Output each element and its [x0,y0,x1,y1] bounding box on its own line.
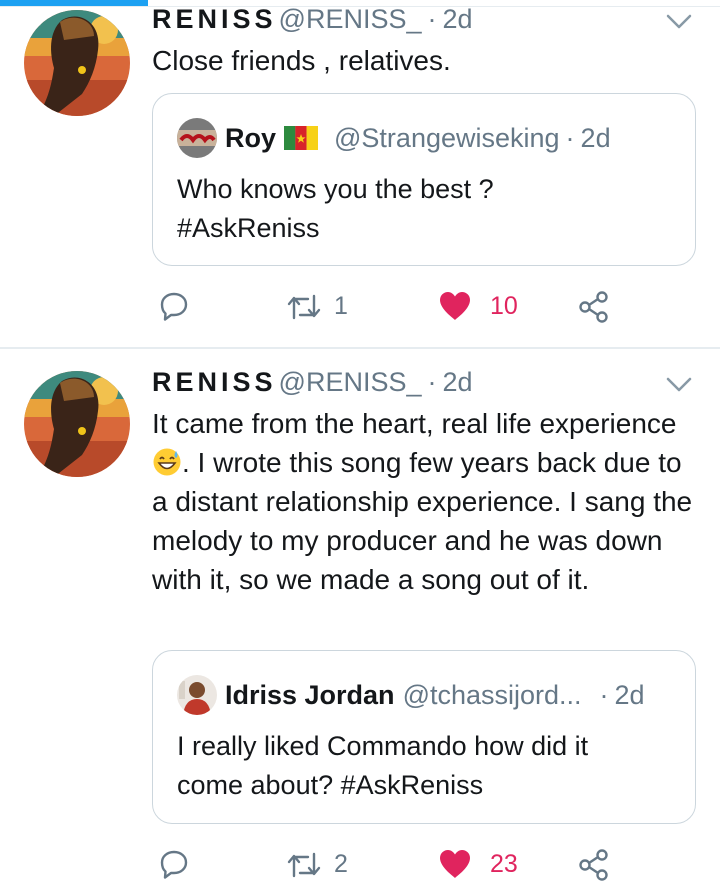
quoted-timestamp: 2d [580,122,611,153]
retweet-button[interactable]: 1 [286,292,348,321]
retweet-icon [286,851,322,879]
avatar [177,118,217,158]
display-name[interactable]: RENISS [152,4,277,35]
quoted-text-line: Who knows you the best ? [177,174,494,204]
retweet-count: 1 [334,292,348,320]
reply-button[interactable] [158,290,190,322]
quoted-user-handle: @tchassijord... [402,679,582,710]
heart-icon [438,848,472,880]
quoted-display-name: Roy [225,122,277,153]
timestamp[interactable]: 2d [442,4,472,35]
reply-button[interactable] [158,848,190,880]
grinning-sweat-emoji-icon [152,447,182,477]
tweet-header: RENISS @RENISS_ · 2d [152,367,473,398]
tweet-header: RENISS @RENISS_ · 2d [152,4,473,35]
like-button[interactable]: 23 [438,848,518,880]
share-icon [578,290,610,324]
tweet-text-part: It came from the heart, real life experi… [152,408,677,439]
like-count: 23 [490,849,518,878]
separator-dot: · [599,679,609,710]
separator-dot: · [565,122,575,153]
timestamp[interactable]: 2d [442,367,472,398]
like-count: 10 [490,291,518,320]
share-icon [578,848,610,881]
quoted-user-handle: @Strangewiseking [334,122,560,153]
chevron-down-icon[interactable] [664,375,694,395]
separator-dot: · [427,367,437,397]
avatar [177,675,217,715]
quoted-tweet-header: Roy @Strangewiseking · 2d [177,118,611,158]
retweet-icon [286,293,322,321]
quoted-tweet[interactable]: Roy @Strangewiseking · 2d Who knows you … [152,93,696,266]
tweet[interactable]: ZO RENISS @RENISS_ · 2d It came from the… [0,349,720,881]
quoted-display-name: Idriss Jordan [225,679,395,710]
svg-text:ZO: ZO [26,18,42,29]
share-button[interactable] [578,290,610,324]
tweet-actions: 2 23 [0,846,720,881]
like-button[interactable]: 10 [438,290,518,322]
user-handle[interactable]: @RENISS_ [279,4,422,35]
tweet-text: It came from the heart, real life experi… [152,404,702,599]
separator-dot: · [427,4,437,34]
quoted-text-line: come about? #AskReniss [177,770,484,800]
svg-text:ZO: ZO [26,379,42,390]
heart-icon [438,290,472,322]
quoted-text-line: I really liked Commando how did it [177,731,589,761]
tweet-text-part: . I wrote this song few years back due t… [152,447,693,595]
quoted-tweet-text: I really liked Commando how did it come … [177,727,677,805]
display-name[interactable]: RENISS [152,367,277,398]
avatar[interactable]: ZO [24,10,130,116]
avatar[interactable]: ZO [24,371,130,477]
quoted-hashtag[interactable]: #AskReniss [177,209,677,248]
tweet[interactable]: ZO RENISS @RENISS_ · 2d Close friends , … [0,0,720,348]
reply-icon [158,290,190,322]
retweet-count: 2 [334,850,348,878]
retweet-button[interactable]: 2 [286,850,348,879]
tweet-actions: 1 10 [0,288,720,328]
quoted-tweet-header: Idriss Jordan @tchassijord... · 2d [177,675,645,715]
tweet-text: Close friends , relatives. [152,45,451,76]
reply-icon [158,848,190,880]
user-handle[interactable]: @RENISS_ [279,367,422,398]
quoted-timestamp: 2d [614,679,645,710]
quoted-tweet[interactable]: Idriss Jordan @tchassijord... · 2d I rea… [152,650,696,824]
cameroon-flag-icon [284,126,319,150]
quoted-tweet-text: Who knows you the best ? #AskReniss [177,170,677,248]
share-button[interactable] [578,848,610,881]
chevron-down-icon[interactable] [664,12,694,32]
